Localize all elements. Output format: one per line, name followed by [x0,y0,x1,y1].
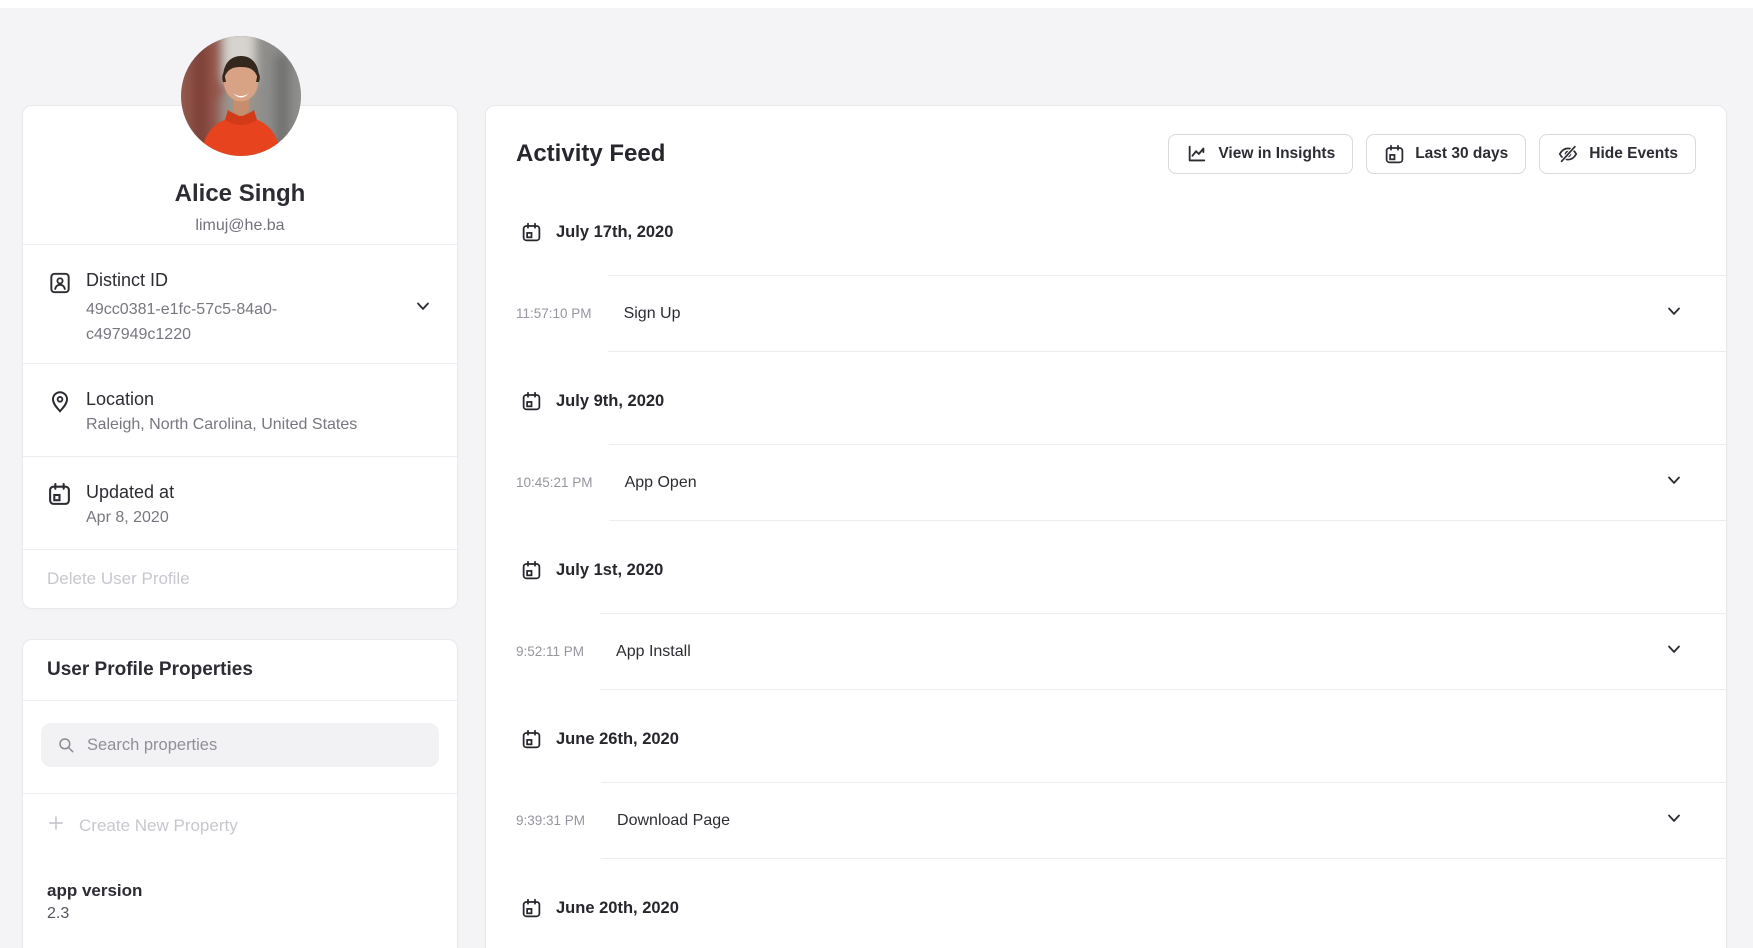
event-expand-chevron-down-icon[interactable] [1664,808,1684,833]
delete-profile-row: Delete User Profile [23,549,457,608]
search-properties-input[interactable] [87,736,423,755]
event-feed: July 17th, 2020 11:57:10 PM Sign Up July… [486,221,1726,948]
location-value: Raleigh, North Carolina, United States [86,414,433,436]
feed-date-label: July 17th, 2020 [556,221,673,243]
hide-events-label: Hide Events [1589,145,1678,163]
user-profile-card: Alice Singh limuj@he.ba Distinct ID 49cc… [22,105,458,609]
activity-feed-header: Activity Feed View in Insights Last 30 d… [486,106,1726,174]
property-value: 2.3 [47,903,433,924]
feed-date-header: June 20th, 2020 [521,897,1726,919]
feed-date-header: July 1st, 2020 [521,559,1726,581]
calendar-icon [1384,144,1405,165]
feed-date-header: June 26th, 2020 [521,728,1726,750]
property-row-app-version[interactable]: app version 2.3 [23,857,457,948]
event-expand-chevron-down-icon[interactable] [1664,301,1684,326]
search-icon [57,736,75,754]
event-name: Sign Up [624,305,1664,323]
date-range-button[interactable]: Last 30 days [1366,134,1526,174]
event-row[interactable]: 9:39:31 PM Download Page [516,782,1726,859]
distinct-id-chevron-down-icon[interactable] [413,296,433,321]
date-range-label: Last 30 days [1415,145,1508,163]
feed-group: July 1st, 2020 9:52:11 PM App Install [486,559,1726,690]
create-new-property-button[interactable]: Create New Property [23,793,457,857]
property-name: app version [47,881,433,901]
distinct-id-label: Distinct ID [86,269,413,291]
id-badge-icon [47,269,73,347]
event-expand-chevron-down-icon[interactable] [1664,470,1684,495]
feed-date-label: July 1st, 2020 [556,559,663,581]
event-name: Download Page [617,812,1664,830]
feed-group: July 17th, 2020 11:57:10 PM Sign Up [486,221,1726,352]
page-top-strip [0,0,1753,8]
feed-group: June 26th, 2020 9:39:31 PM Download Page [486,728,1726,859]
calendar-icon [521,560,542,581]
feed-group: July 9th, 2020 10:45:21 PM App Open [486,390,1726,521]
activity-feed-card: Activity Feed View in Insights Last 30 d… [485,105,1727,948]
event-row[interactable]: 11:57:10 PM Sign Up [516,275,1726,352]
event-row[interactable]: 9:52:11 PM App Install [516,613,1726,690]
event-name: App Open [625,474,1664,492]
location-label: Location [86,388,433,410]
calendar-icon [521,222,542,243]
event-time: 9:52:11 PM [516,613,600,690]
updated-at-label: Updated at [86,481,433,503]
calendar-icon [521,391,542,412]
location-row: Location Raleigh, North Carolina, United… [23,363,457,456]
location-pin-icon [47,388,73,436]
calendar-icon [47,481,73,529]
avatar-photo-placeholder [181,36,301,156]
feed-group: June 20th, 2020 [486,897,1726,948]
event-name: App Install [616,643,1664,661]
create-new-property-label: Create New Property [79,816,238,836]
plus-icon [47,814,65,837]
properties-panel-title: User Profile Properties [47,658,433,682]
updated-at-value: Apr 8, 2020 [86,507,433,529]
view-in-insights-label: View in Insights [1218,145,1335,163]
feed-date-header: July 17th, 2020 [521,221,1726,243]
profile-email: limuj@he.ba [47,216,433,236]
user-avatar [181,36,301,156]
distinct-id-value: 49cc0381-e1fc-57c5-84a0-c497949c1220 [86,297,334,347]
event-time: 11:57:10 PM [516,275,608,352]
event-time: 10:45:21 PM [516,444,609,521]
feed-date-label: July 9th, 2020 [556,390,664,412]
feed-date-label: June 20th, 2020 [556,897,679,919]
delete-user-profile-button[interactable]: Delete User Profile [47,569,190,588]
eye-slash-icon [1557,143,1579,165]
profile-sidebar: Alice Singh limuj@he.ba Distinct ID 49cc… [22,105,458,948]
view-in-insights-button[interactable]: View in Insights [1168,134,1353,174]
calendar-icon [521,729,542,750]
distinct-id-row: Distinct ID 49cc0381-e1fc-57c5-84a0-c497… [23,244,457,363]
calendar-icon [521,898,542,919]
user-profile-properties-card: User Profile Properties Create New Prope… [22,639,458,948]
updated-at-row: Updated at Apr 8, 2020 [23,456,457,549]
profile-name: Alice Singh [47,180,433,208]
event-row[interactable]: 10:45:21 PM App Open [516,444,1726,521]
event-time: 9:39:31 PM [516,782,601,859]
line-chart-icon [1186,143,1208,165]
event-expand-chevron-down-icon[interactable] [1664,639,1684,664]
feed-date-label: June 26th, 2020 [556,728,679,750]
hide-events-button[interactable]: Hide Events [1539,134,1696,174]
activity-feed-title: Activity Feed [516,140,665,168]
feed-date-header: July 9th, 2020 [521,390,1726,412]
search-properties-box [41,723,439,767]
